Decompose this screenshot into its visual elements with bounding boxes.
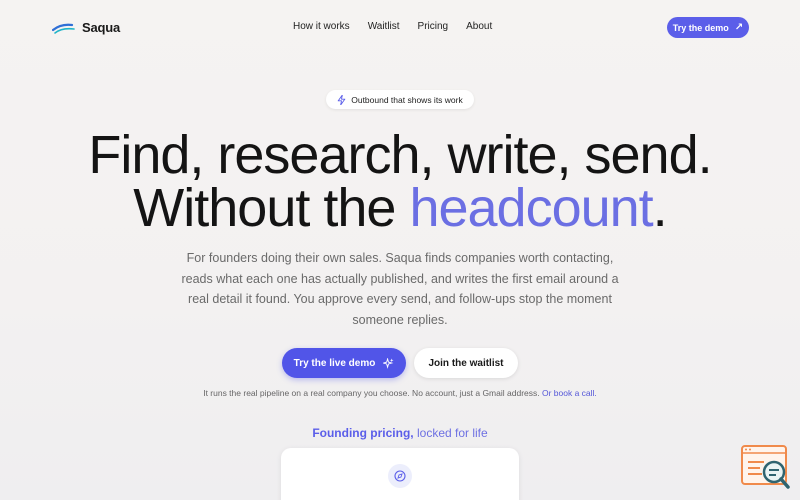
hero-subtext: For founders doing their own sales. Saqu… [181,251,619,327]
nav-about[interactable]: About [466,21,492,32]
pricing-heading-strong: Founding pricing, [312,426,414,440]
pricing-card [281,448,519,500]
hero-accent-word: headcount [409,178,653,238]
bolt-icon [337,94,346,105]
pill-label: Outbound that shows its work [351,94,463,105]
wave-logo-icon [52,23,75,34]
hero-headline-line2: Without the headcount. [0,181,800,235]
nav-how-it-works[interactable]: How it works [293,21,350,32]
demo-note-text: It runs the real pipeline on a real comp… [203,388,542,398]
tagline-pill: Outbound that shows its work [326,90,474,109]
hero-line2-suffix: . [652,178,668,238]
demo-note: It runs the real pipeline on a real comp… [0,388,800,398]
hero-line2-prefix: Without the [133,178,410,238]
sparkle-icon [383,357,394,369]
try-live-demo-button[interactable]: Try the live demo [282,348,406,378]
arrow-up-right-icon: ↗ [734,21,744,33]
brand-name: Saqua [82,19,121,35]
join-waitlist-label: Join the waitlist [428,357,504,369]
hero-headline-line1: Find, research, write, send. [88,125,712,185]
pricing-heading: Founding pricing, locked for life [0,426,800,440]
nav-waitlist[interactable]: Waitlist [368,21,400,32]
brand[interactable]: Saqua [52,17,120,37]
try-demo-label: Try the demo [672,22,729,33]
nav-pricing[interactable]: Pricing [418,21,449,32]
book-call-link[interactable]: Or book a call. [542,388,597,398]
join-waitlist-button[interactable]: Join the waitlist [414,348,518,378]
compass-icon [388,464,412,488]
main-nav: How it works Waitlist Pricing About [293,21,492,32]
try-live-demo-label: Try the live demo [293,357,376,369]
site-header: Saqua How it works Waitlist Pricing Abou… [0,0,800,56]
try-demo-button[interactable]: Try the demo ↗ [667,17,749,38]
pricing-heading-light: locked for life [413,426,488,440]
help-widget-icon[interactable] [740,444,792,492]
